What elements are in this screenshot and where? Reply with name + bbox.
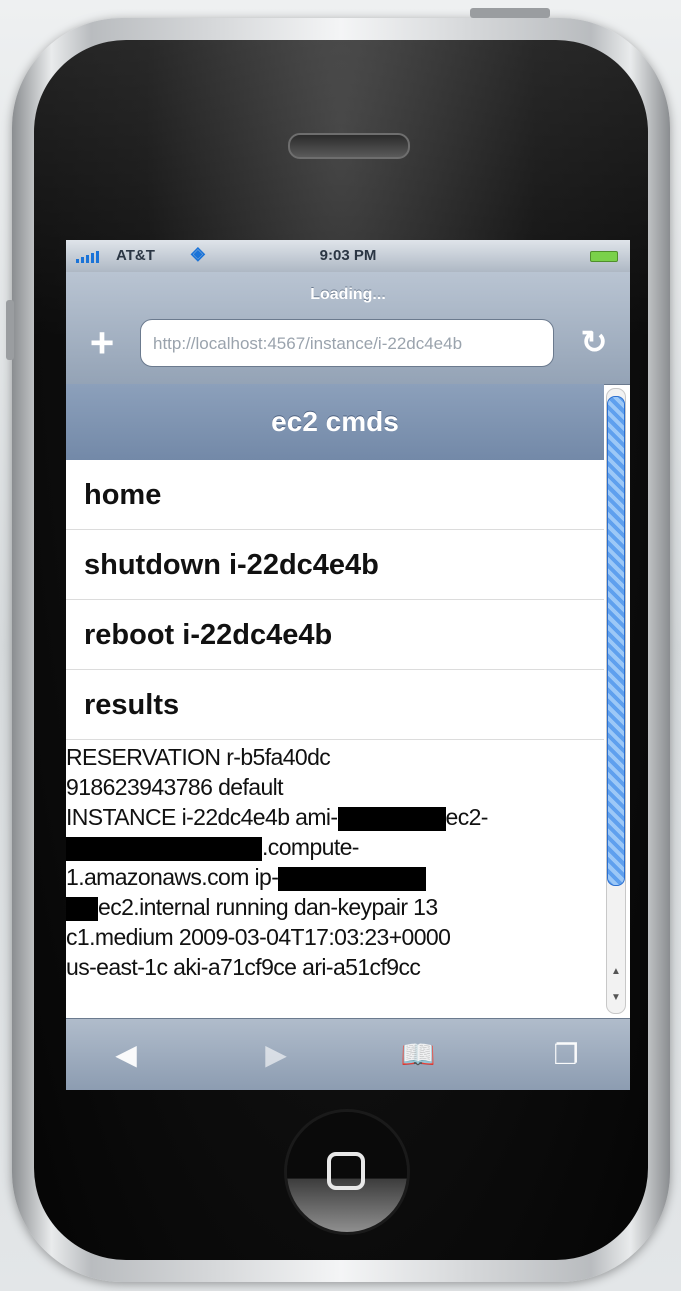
- reload-icon[interactable]: ↻: [576, 324, 612, 360]
- redaction-block: [66, 836, 262, 861]
- scrollbar-thumb[interactable]: [607, 396, 625, 886]
- page-title: ec2 cmds: [66, 384, 604, 460]
- status-time: 9:03 PM: [319, 247, 377, 264]
- results-line: ec2.internal running dan-keypair 13: [66, 892, 604, 922]
- menu-item-shutdown[interactable]: shutdown i-22dc4e4b: [66, 530, 604, 600]
- loading-title: Loading...: [310, 286, 386, 303]
- results-line: RESERVATION r-b5fa40dc: [66, 744, 331, 770]
- redaction-block: [66, 896, 98, 921]
- results-text-fragment: 1.amazonaws.com ip-: [66, 864, 279, 890]
- results-line: .compute-: [66, 832, 604, 862]
- menu-item-home[interactable]: home: [66, 460, 604, 530]
- earpiece-speaker: [288, 133, 410, 159]
- scroll-up-arrow-icon[interactable]: ▲: [610, 966, 622, 978]
- results-text-fragment: ec2.internal running dan-keypair 13: [98, 894, 438, 920]
- browser-top-bar: Loading... + http://localhost:4567/insta…: [66, 272, 630, 385]
- plus-icon[interactable]: +: [84, 322, 120, 364]
- bookmarks-icon[interactable]: 📖: [398, 1035, 438, 1075]
- pages-icon[interactable]: ❐: [546, 1035, 586, 1075]
- browser-bottom-toolbar: ◀ ▶ 📖 ❐: [66, 1018, 630, 1090]
- results-text-fragment: ec2-: [445, 804, 489, 830]
- results-output: RESERVATION r-b5fa40dc 918623943786 defa…: [66, 742, 604, 982]
- menu-item-results[interactable]: results: [66, 670, 604, 740]
- results-line: INSTANCE i-22dc4e4b ami-ec2-: [66, 802, 604, 832]
- back-arrow-icon[interactable]: ◀: [106, 1035, 146, 1075]
- home-square-icon: [327, 1152, 365, 1190]
- results-text-fragment: .compute-: [262, 834, 359, 860]
- results-line: c1.medium 2009-03-04T17:03:23+0000: [66, 924, 451, 950]
- results-line: us-east-1c aki-a71cf9ce ari-a51cf9cc: [66, 954, 421, 980]
- results-line: 918623943786 default: [66, 774, 284, 800]
- phone-screen: AT&T ◈ 9:03 PM Loading... + http://local…: [66, 240, 630, 1090]
- menu-item-reboot[interactable]: reboot i-22dc4e4b: [66, 600, 604, 670]
- forward-arrow-icon[interactable]: ▶: [256, 1035, 296, 1075]
- volume-button: [6, 300, 14, 360]
- results-text-fragment: INSTANCE i-22dc4e4b ami-: [66, 804, 338, 830]
- address-field[interactable]: http://localhost:4567/instance/i-22dc4e4…: [140, 319, 554, 367]
- results-line: 1.amazonaws.com ip-: [66, 862, 604, 892]
- sleep-button: [470, 8, 550, 18]
- scroll-down-arrow-icon[interactable]: ▼: [610, 992, 622, 1004]
- redaction-block: [337, 806, 446, 831]
- redaction-block: [278, 866, 427, 891]
- status-bar: AT&T ◈ 9:03 PM: [66, 240, 630, 272]
- battery-icon: [590, 251, 618, 262]
- command-menu: home shutdown i-22dc4e4b reboot i-22dc4e…: [66, 460, 604, 740]
